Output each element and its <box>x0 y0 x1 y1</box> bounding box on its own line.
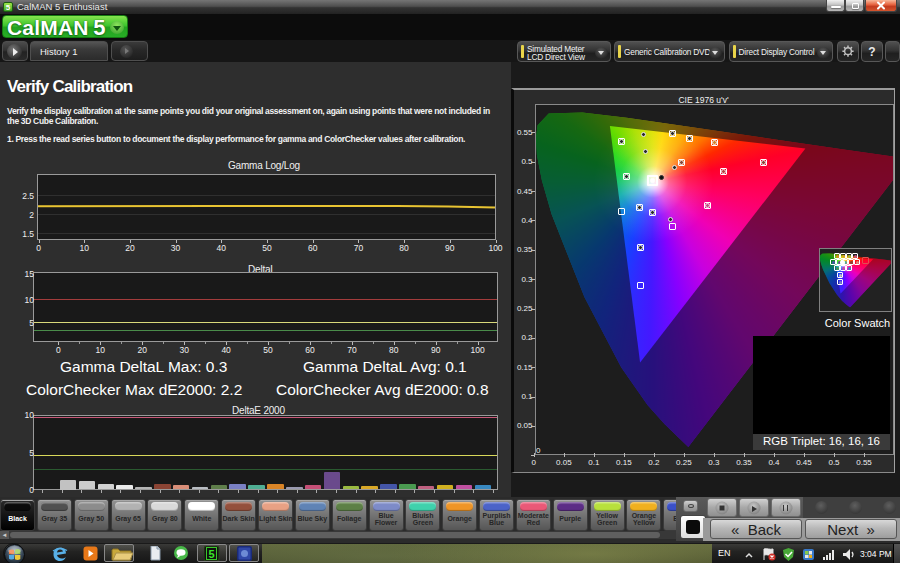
svg-text:5: 5 <box>208 548 214 560</box>
